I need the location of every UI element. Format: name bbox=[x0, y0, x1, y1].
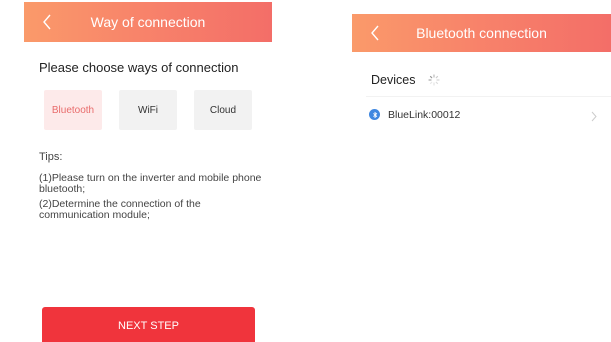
back-arrow-icon[interactable] bbox=[38, 13, 56, 31]
bluetooth-connection-screen: Bluetooth connection Devices BlueLink:00… bbox=[352, 0, 611, 342]
next-step-label: NEXT STEP bbox=[118, 320, 179, 332]
option-label: WiFi bbox=[138, 104, 158, 116]
tips-title: Tips: bbox=[39, 151, 63, 163]
back-arrow-icon[interactable] bbox=[366, 24, 384, 42]
way-of-connection-screen: Way of connection Please choose ways of … bbox=[0, 0, 290, 342]
app-header: Way of connection bbox=[24, 2, 272, 42]
divider bbox=[366, 96, 611, 97]
loading-spinner-icon bbox=[428, 73, 440, 86]
chevron-right-icon bbox=[590, 109, 598, 122]
devices-label: Devices bbox=[371, 73, 416, 87]
header-title: Way of connection bbox=[90, 14, 206, 30]
app-header: Bluetooth connection bbox=[352, 14, 611, 52]
tip-item: (2)Determine the connection of the commu… bbox=[39, 198, 201, 221]
option-label: Cloud bbox=[209, 104, 237, 116]
next-step-button[interactable]: NEXT STEP bbox=[42, 307, 255, 342]
tip-item: (1)Please turn on the inverter and mobil… bbox=[39, 172, 262, 195]
option-bluetooth-button[interactable]: Bluetooth bbox=[44, 90, 102, 130]
header-title: Bluetooth connection bbox=[416, 25, 547, 41]
choose-connection-title: Please choose ways of connection bbox=[39, 60, 239, 75]
option-cloud-button[interactable]: Cloud bbox=[194, 90, 252, 130]
device-name: BlueLink:00012 bbox=[388, 109, 461, 121]
option-wifi-button[interactable]: WiFi bbox=[119, 90, 177, 130]
device-list-item[interactable]: BlueLink:00012 bbox=[352, 104, 611, 126]
option-label: Bluetooth bbox=[51, 104, 95, 116]
bluetooth-icon bbox=[369, 109, 380, 120]
